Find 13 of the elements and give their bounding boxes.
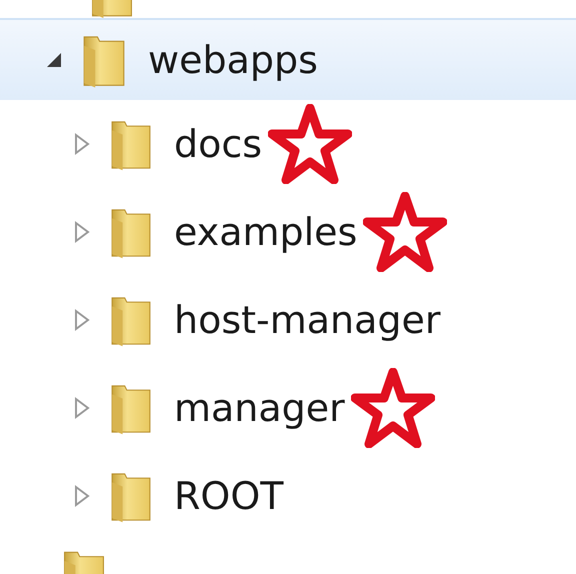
folder-label: manager [174, 386, 345, 430]
folder-label: webapps [148, 38, 318, 82]
folder-label: docs [174, 122, 262, 166]
collapsed-arrow-icon[interactable] [74, 309, 90, 331]
folder-label: host-manager [174, 298, 441, 342]
folder-label: ROOT [174, 474, 284, 518]
folder-label: examples [174, 210, 358, 254]
collapsed-arrow-icon[interactable] [74, 221, 90, 243]
expanded-arrow-icon[interactable] [45, 51, 63, 69]
collapsed-arrow-icon[interactable] [74, 133, 90, 155]
collapsed-arrow-icon[interactable] [74, 397, 90, 419]
tree-row[interactable]: webapps [0, 20, 576, 100]
collapsed-arrow-icon[interactable] [74, 485, 90, 507]
